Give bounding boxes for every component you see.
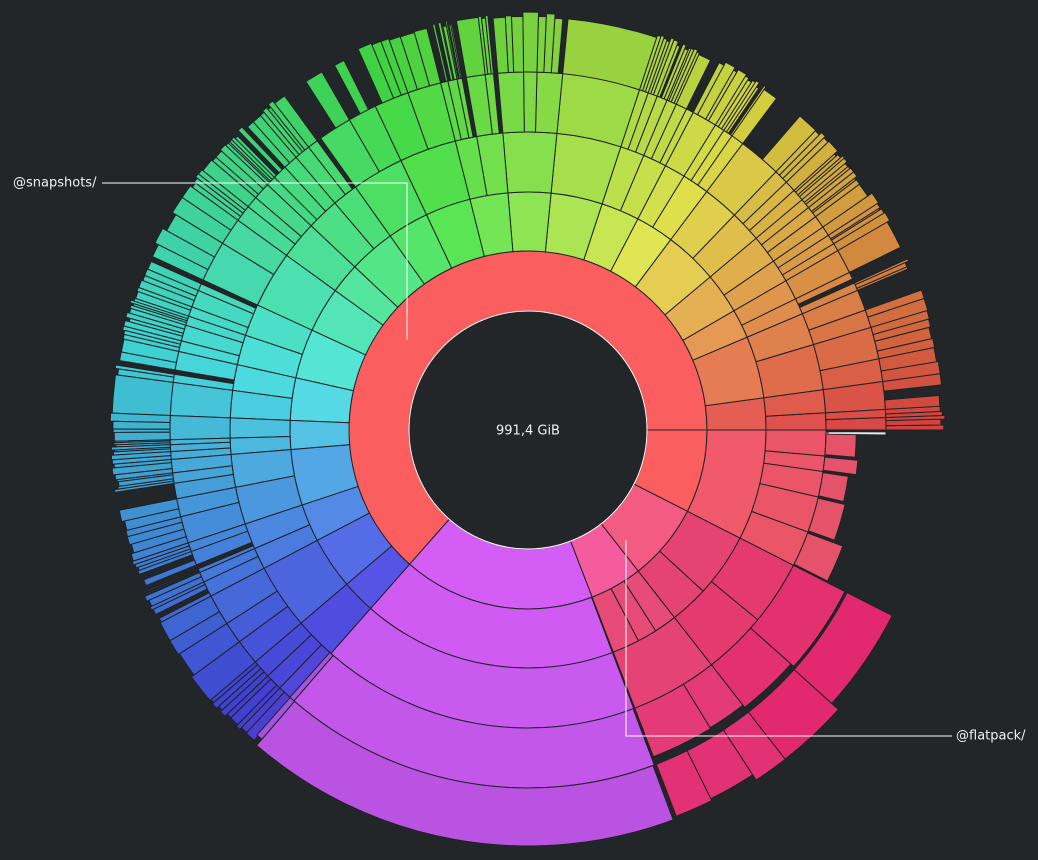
snapshot-segment-l4-16-1-0-0[interactable]	[111, 374, 174, 416]
flatpack-callout-label[interactable]: @flatpack/	[956, 729, 1026, 744]
total-size-label: 991,4 GiB	[496, 424, 560, 439]
sunburst-chart: 991,4 GiB @snapshots/ @flatpack/	[13, 11, 1026, 847]
snapshot-segment-l1-8[interactable]	[507, 191, 552, 253]
highlight-segment[interactable]	[827, 431, 887, 436]
red-segment-l3-2[interactable]	[818, 472, 849, 503]
red-segment-l3-4[interactable]	[824, 430, 857, 458]
snapshots-callout-label[interactable]: @snapshots/	[13, 176, 97, 191]
snapshot-segment-l2-8-0[interactable]	[502, 131, 558, 194]
snapshot-segment-l4-2-0-0-1[interactable]	[854, 261, 908, 290]
snapshot-segment-l3-17-0-0[interactable]	[169, 414, 231, 441]
snapshot-segment-l3-8-0-2[interactable]	[497, 71, 525, 134]
snapshot-segment-l2-17-0[interactable]	[229, 417, 291, 439]
snapshot-segment-l4-8-0-2-2[interactable]	[492, 16, 509, 74]
snapshot-segment-l4-17-0-0-1[interactable]	[112, 420, 171, 430]
filelight-sunburst-view: 991,4 GiB @snapshots/ @flatpack/	[0, 0, 1038, 860]
snapshot-segment-l3-8-0-1[interactable]	[523, 71, 538, 133]
red-segment-l3-3[interactable]	[822, 456, 859, 476]
snapshot-segment-l4-8-0-1-0[interactable]	[522, 11, 540, 73]
